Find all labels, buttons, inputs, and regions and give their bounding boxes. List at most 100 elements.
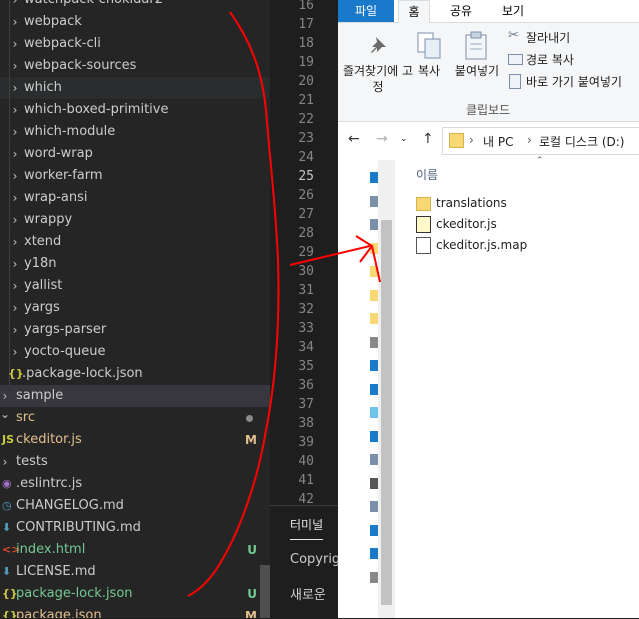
tab-home[interactable]: 홈 <box>398 0 430 24</box>
tab-file[interactable]: 파일 <box>338 0 394 22</box>
explorer-item[interactable]: <> index.html U <box>0 539 270 561</box>
explorer-item[interactable]: › webpack-cli <box>0 33 270 55</box>
drive-icon[interactable] <box>370 571 378 583</box>
explorer-item[interactable]: › y18n <box>0 253 270 275</box>
line-number: 39 <box>298 435 314 450</box>
paste-shortcut-button[interactable]: 바로 가기 붙여넣기 <box>508 72 638 90</box>
file-icon[interactable] <box>370 454 378 465</box>
line-number: 32 <box>298 302 314 317</box>
up-arrow-icon[interactable]: ↑ <box>422 131 434 147</box>
folder-icon[interactable] <box>370 289 378 301</box>
navigation-pane-scrollbar[interactable] <box>378 160 395 618</box>
explorer-item[interactable]: {} package.json M <box>0 605 270 618</box>
breadcrumb-item[interactable]: 내 PC <box>483 133 513 150</box>
chevron-right-icon[interactable]: › <box>10 209 20 231</box>
chevron-right-icon[interactable]: › <box>10 77 20 99</box>
copy-button[interactable]: 복사 <box>414 29 444 89</box>
file-icon[interactable] <box>370 219 378 230</box>
chevron-right-icon[interactable]: › <box>10 99 20 121</box>
chevron-right-icon[interactable]: › <box>10 253 20 275</box>
forward-arrow-icon[interactable]: → <box>376 131 388 147</box>
drive-icon[interactable] <box>370 336 378 348</box>
explorer-item[interactable]: › xtend <box>0 231 270 253</box>
chevron-right-icon[interactable]: › <box>10 165 20 187</box>
explorer-item[interactable]: › webpack-sources <box>0 55 270 77</box>
explorer-item[interactable]: {} package-lock.json U <box>0 583 270 605</box>
explorer-item[interactable]: ⌄ src <box>0 407 270 429</box>
download-icon[interactable] <box>370 430 378 442</box>
chevron-right-icon[interactable]: › <box>10 341 20 363</box>
line-number-gutter: 16 17 18 19 20 21 22 23 24 25 26 27 28 29 30 31 32 33 34 35… <box>270 0 338 507</box>
explorer-item[interactable]: JS ckeditor.js M <box>0 429 270 451</box>
line-number: 27 <box>298 207 314 222</box>
git-status-badge: U <box>247 587 257 601</box>
breadcrumb-item[interactable]: 로컬 디스크 (D:) <box>539 133 624 150</box>
copy-path-button[interactable]: 경로 복사 <box>508 50 638 68</box>
explorer-item-label: which-boxed-primitive <box>24 102 169 117</box>
pin-to-quick-access-button[interactable]: 즐겨찾기에 고정 <box>342 29 414 97</box>
pc-icon[interactable] <box>370 383 378 395</box>
chevron-right-icon[interactable]: › <box>10 33 20 55</box>
explorer-item[interactable]: ◷ CHANGELOG.md <box>0 495 270 517</box>
chevron-right-icon[interactable]: › <box>10 121 20 143</box>
onedrive-icon[interactable] <box>370 360 378 371</box>
line-number: 17 <box>298 17 314 32</box>
explorer-item[interactable]: › yocto-queue <box>0 341 270 363</box>
recent-locations-chevron-icon[interactable]: ⌄ <box>400 134 408 144</box>
music-icon[interactable] <box>370 548 378 559</box>
explorer-item[interactable]: › yargs-parser <box>0 319 270 341</box>
tab-view[interactable]: 보기 <box>496 0 530 22</box>
paste-button[interactable]: 붙여넣기 <box>450 29 504 89</box>
chevron-right-icon[interactable]: › <box>10 319 20 341</box>
tab-share[interactable]: 공유 <box>444 0 478 22</box>
back-arrow-icon[interactable]: ← <box>348 131 360 147</box>
explorer-scrollbar[interactable] <box>260 565 270 618</box>
image-icon[interactable] <box>370 501 378 512</box>
explorer-item[interactable]: › word-wrap <box>0 143 270 165</box>
film-icon[interactable] <box>370 477 378 489</box>
explorer-item[interactable]: › which <box>0 77 270 99</box>
explorer-item[interactable]: › which-boxed-primitive <box>0 99 270 121</box>
chevron-right-icon[interactable]: › <box>10 55 20 77</box>
explorer-item[interactable]: › which-module <box>0 121 270 143</box>
chevron-right-icon[interactable]: › <box>10 0 20 11</box>
desktop-icon[interactable] <box>370 524 378 536</box>
terminal-tab[interactable]: 터미널 <box>290 516 324 540</box>
explorer-item[interactable]: › yallist <box>0 275 270 297</box>
explorer-item-label: y18n <box>24 256 57 271</box>
folder-icon[interactable] <box>370 266 378 277</box>
chevron-right-icon[interactable]: › <box>10 187 20 209</box>
explorer-item[interactable]: › wrap-ansi <box>0 187 270 209</box>
pin-icon[interactable] <box>370 172 378 183</box>
explorer-item[interactable]: › webpack <box>0 11 270 33</box>
scrollbar-thumb[interactable] <box>381 220 392 605</box>
explorer-item[interactable]: › wrappy <box>0 209 270 231</box>
chevron-right-icon[interactable]: › <box>10 143 20 165</box>
breadcrumb-separator-icon: › <box>527 133 532 147</box>
folder-icon[interactable] <box>370 242 378 254</box>
chevron-right-icon[interactable]: › <box>10 275 20 297</box>
chevron-right-icon[interactable]: › <box>10 231 20 253</box>
explorer-item[interactable]: › watchpack-chokidar2 <box>0 0 270 11</box>
copy-icon <box>417 32 441 59</box>
explorer-item[interactable]: › yargs <box>0 297 270 319</box>
folder-icon[interactable] <box>370 313 378 324</box>
chevron-right-icon[interactable]: › <box>10 297 20 319</box>
explorer-item[interactable]: › tests <box>0 451 270 473</box>
column-header-name[interactable]: 이름 <box>416 166 438 183</box>
chevron-right-icon[interactable]: › <box>0 451 10 473</box>
explorer-item[interactable]: ⬇ LICENSE.md <box>0 561 270 583</box>
file-icon[interactable] <box>370 195 378 207</box>
chevron-right-icon[interactable]: › <box>10 11 20 33</box>
explorer-item[interactable]: ◉ .eslintrc.js <box>0 473 270 495</box>
file-name: ckeditor.js.map <box>436 238 528 252</box>
explorer-item[interactable]: › sample <box>0 385 270 407</box>
cut-button[interactable]: ✂ 잘라내기 <box>508 28 638 46</box>
cube-icon[interactable] <box>370 407 378 418</box>
address-bar[interactable]: › 내 PC › 로컬 디스크 (D:) <box>442 127 639 155</box>
chevron-down-icon[interactable]: ⌄ <box>0 403 10 425</box>
explorer-item[interactable]: {} .package-lock.json <box>0 363 270 385</box>
line-number: 41 <box>298 473 314 488</box>
explorer-item[interactable]: › worker-farm <box>0 165 270 187</box>
explorer-item[interactable]: ⬇ CONTRIBUTING.md <box>0 517 270 539</box>
